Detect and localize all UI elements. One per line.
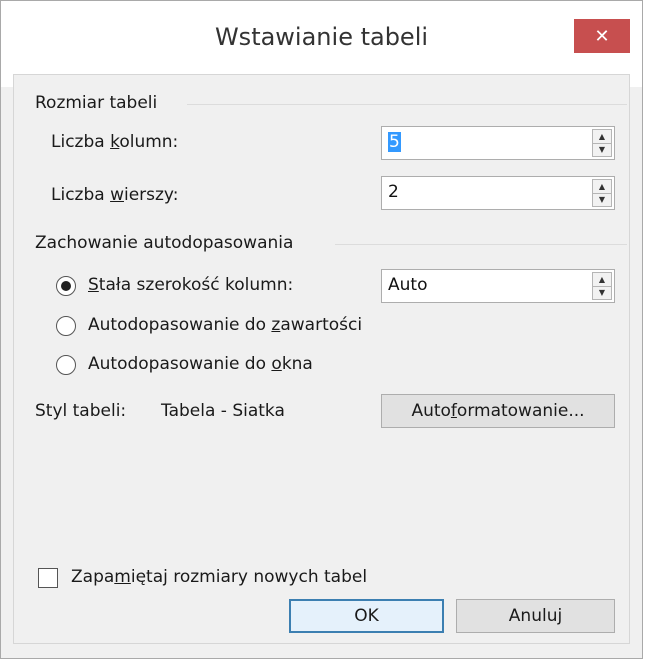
fixed-width-spinner[interactable]: Auto ▲ ▼	[381, 269, 615, 303]
group-divider	[187, 104, 627, 105]
group-divider	[335, 244, 627, 245]
rows-spin-buttons[interactable]: ▲ ▼	[592, 179, 612, 207]
autofit-contents-radio[interactable]	[56, 316, 76, 336]
table-size-group-title: Rozmiar tabeli	[35, 93, 158, 113]
close-button[interactable]: ✕	[574, 19, 630, 53]
fixed-width-spin-buttons[interactable]: ▲ ▼	[592, 272, 612, 300]
rows-spinner[interactable]: 2 ▲ ▼	[381, 176, 615, 210]
remember-sizes-checkbox[interactable]	[38, 568, 58, 588]
rows-label: Liczba wierszy:	[51, 185, 179, 205]
rows-value[interactable]: 2	[388, 182, 399, 202]
columns-spinner[interactable]: 5 ▲ ▼	[381, 126, 615, 160]
autofit-window-radio[interactable]	[56, 355, 76, 375]
close-icon: ✕	[594, 25, 610, 47]
ok-button[interactable]: OK	[289, 599, 444, 633]
autofit-group-title: Zachowanie autodopasowania	[35, 233, 294, 253]
columns-spin-buttons[interactable]: ▲ ▼	[592, 129, 612, 157]
spin-down-icon[interactable]: ▼	[593, 286, 611, 299]
table-style-value: Tabela - Siatka	[161, 401, 285, 421]
spin-up-icon[interactable]: ▲	[593, 273, 611, 287]
autoformat-button[interactable]: Auto f ormatowanie...	[381, 394, 615, 428]
fixed-width-label[interactable]: Stała szerokość kolumn:	[88, 275, 293, 295]
fixed-width-radio[interactable]	[56, 276, 76, 296]
insert-table-dialog: Wstawianie tabeli ✕ Rozmiar tabeli Liczb…	[0, 0, 643, 659]
cancel-button[interactable]: Anuluj	[456, 599, 615, 633]
spin-down-icon[interactable]: ▼	[593, 143, 611, 156]
fixed-width-value[interactable]: Auto	[388, 275, 427, 295]
remember-sizes-label[interactable]: Zapamiętaj rozmiary nowych tabel	[71, 567, 367, 587]
autofit-window-label[interactable]: Autodopasowanie do okna	[88, 354, 313, 374]
spin-up-icon[interactable]: ▲	[593, 130, 611, 144]
table-style-label: Styl tabeli:	[35, 401, 127, 421]
columns-value[interactable]: 5	[388, 132, 401, 152]
dialog-title: Wstawianie tabeli	[214, 23, 429, 51]
spin-up-icon[interactable]: ▲	[593, 180, 611, 194]
columns-label: Liczba kolumn:	[51, 132, 179, 152]
spin-down-icon[interactable]: ▼	[593, 193, 611, 206]
autofit-contents-label[interactable]: Autodopasowanie do zawartości	[88, 315, 362, 335]
